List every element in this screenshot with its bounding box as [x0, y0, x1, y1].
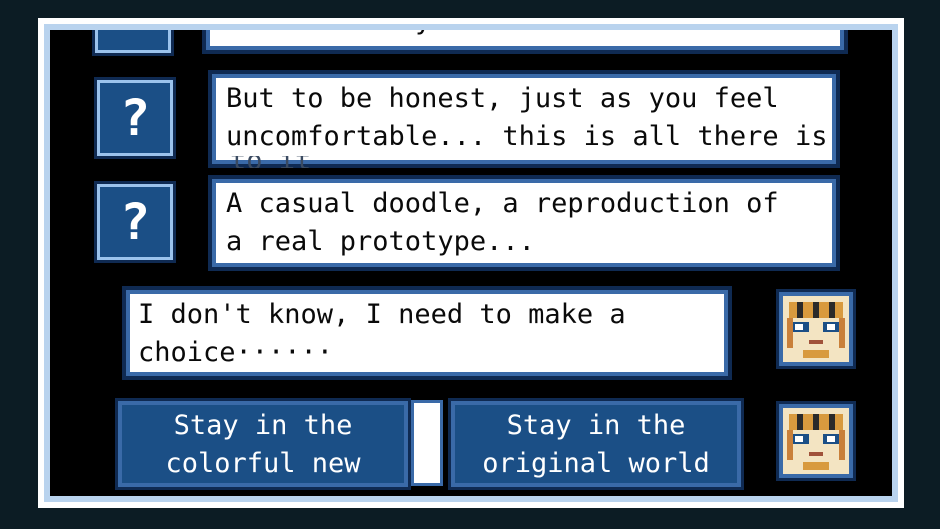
- dialog-line: can do that yourself.: [220, 30, 830, 40]
- player-portrait: [783, 408, 849, 474]
- dialog-line-overflow: to it: [230, 156, 330, 168]
- choice-divider: [414, 403, 440, 483]
- choice-label: original world: [482, 448, 710, 479]
- choice-label: colorful new world: [165, 448, 361, 479]
- choice-button-new-world[interactable]: Stay in the colorful new world: [122, 405, 404, 483]
- dialog-line: I don't know, I need to make a: [138, 299, 626, 330]
- dialog-bubble-partial: can do that yourself.: [210, 30, 840, 46]
- tiger-face-icon: [783, 296, 849, 362]
- player-portrait: [783, 296, 849, 362]
- dialog-line: choice······: [138, 337, 334, 368]
- question-speaker-icon: [98, 30, 168, 50]
- dialog-line: a real prototype...: [226, 226, 535, 257]
- choice-button-original-world[interactable]: Stay in the original world: [455, 405, 737, 483]
- choice-label: Stay in the: [506, 410, 686, 441]
- question-speaker-icon: ?: [100, 187, 170, 257]
- dialog-screen[interactable]: can do that yourself. ? But to be honest…: [50, 30, 892, 496]
- choice-label: Stay in the: [173, 410, 353, 441]
- dialog-line: A casual doodle, a reproduction of: [226, 188, 779, 219]
- dialog-line: uncomfortable... this is all there is: [226, 121, 828, 152]
- question-speaker-icon: ?: [100, 83, 170, 153]
- tiger-face-icon: [783, 408, 849, 474]
- dialog-line: But to be honest, just as you feel: [226, 83, 779, 114]
- dialog-bubble: A casual doodle, a reproduction of a rea…: [216, 183, 832, 263]
- dialog-bubble: But to be honest, just as you feel uncom…: [216, 78, 832, 160]
- player-dialog-bubble: I don't know, I need to make a choice···…: [130, 294, 724, 372]
